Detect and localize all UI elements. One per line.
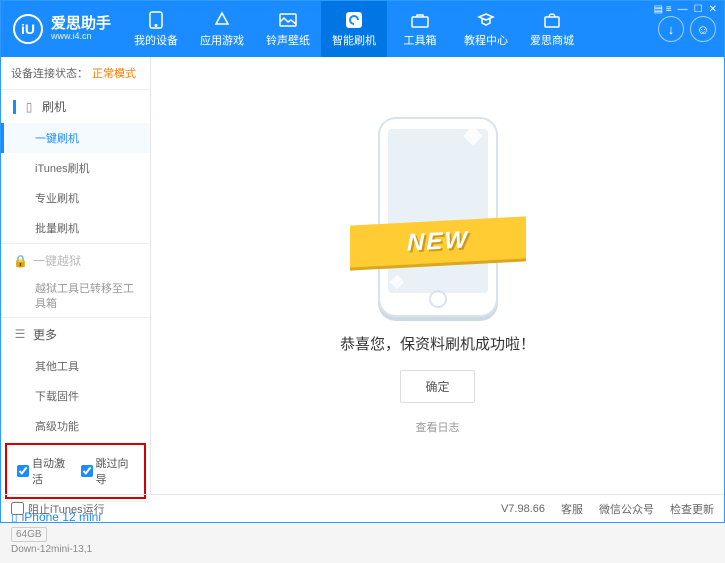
app-window: ▤ ≡ — ☐ ✕ iU 爱思助手 www.i4.cn 我的设备 应用游戏 铃声… — [0, 0, 725, 523]
phone-icon: ▯ — [22, 100, 36, 114]
section-more-head[interactable]: ☰ 更多 — [1, 318, 150, 351]
app-name: 爱思助手 — [51, 16, 111, 33]
close-icon[interactable]: ✕ — [709, 4, 717, 15]
logo: iU 爱思助手 www.i4.cn — [1, 14, 123, 44]
nav-ringtone[interactable]: 铃声壁纸 — [255, 1, 321, 57]
update-link[interactable]: 检查更新 — [670, 501, 714, 517]
app-url: www.i4.cn — [51, 32, 111, 42]
wallpaper-icon — [278, 11, 298, 29]
tutorial-icon — [476, 11, 496, 29]
sidebar-item-firmware[interactable]: 下载固件 — [1, 381, 150, 411]
titlebar: iU 爱思助手 www.i4.cn 我的设备 应用游戏 铃声壁纸 智能刷机 — [1, 1, 724, 57]
jailbreak-note: 越狱工具已转移至工具箱 — [1, 277, 150, 317]
view-log-link[interactable]: 查看日志 — [416, 419, 460, 435]
user-button[interactable]: ☺ — [690, 16, 716, 42]
sidebar-item-advanced[interactable]: 高级功能 — [1, 411, 150, 441]
chk-block-itunes[interactable]: 阻止iTunes运行 — [11, 501, 105, 517]
logo-icon: iU — [13, 14, 43, 44]
new-ribbon: NEW — [350, 216, 526, 267]
download-button[interactable]: ↓ — [658, 16, 684, 42]
ok-button[interactable]: 确定 — [400, 370, 474, 403]
sidebar-item-itunes[interactable]: iTunes刷机 — [1, 153, 150, 183]
section-jailbreak: 🔒 一键越狱 越狱工具已转移至工具箱 — [1, 243, 150, 317]
body: 设备连接状态： 正常模式 ▯ 刷机 一键刷机 iTunes刷机 专业刷机 批量刷… — [1, 57, 724, 494]
main-panel: NEW 恭喜您，保资料刷机成功啦！ 确定 查看日志 — [151, 57, 724, 494]
phone-icon — [146, 11, 166, 29]
section-jailbreak-head[interactable]: 🔒 一键越狱 — [1, 244, 150, 277]
sidebar: 设备连接状态： 正常模式 ▯ 刷机 一键刷机 iTunes刷机 专业刷机 批量刷… — [1, 57, 151, 494]
nav-apps[interactable]: 应用游戏 — [189, 1, 255, 57]
apps-icon — [212, 11, 232, 29]
service-link[interactable]: 客服 — [561, 501, 583, 517]
section-flash: ▯ 刷机 一键刷机 iTunes刷机 专业刷机 批量刷机 — [1, 89, 150, 243]
success-illustration: NEW — [378, 117, 498, 317]
device-download: Down-12mini-13,1 — [11, 544, 140, 555]
section-flash-head[interactable]: ▯ 刷机 — [1, 90, 150, 123]
footer: 阻止iTunes运行 V7.98.66 客服 微信公众号 检查更新 — [1, 494, 724, 522]
toolbox-icon — [410, 11, 430, 29]
maximize-icon[interactable]: ☐ — [694, 4, 703, 15]
wechat-link[interactable]: 微信公众号 — [599, 501, 654, 517]
sidebar-item-oneclick[interactable]: 一键刷机 — [1, 123, 150, 153]
success-message: 恭喜您，保资料刷机成功啦！ — [340, 333, 535, 354]
nav-shop[interactable]: 爱思商城 — [519, 1, 585, 57]
nav-tutorial[interactable]: 教程中心 — [453, 1, 519, 57]
chk-skip-guide[interactable]: 跳过向导 — [81, 455, 135, 487]
menu-icon[interactable]: ▤ ≡ — [654, 4, 672, 15]
section-more: ☰ 更多 其他工具 下载固件 高级功能 — [1, 317, 150, 441]
sidebar-item-batch[interactable]: 批量刷机 — [1, 213, 150, 243]
sidebar-item-other[interactable]: 其他工具 — [1, 351, 150, 381]
connection-status: 设备连接状态： 正常模式 — [1, 57, 150, 89]
refresh-icon — [344, 11, 364, 29]
nav-flash[interactable]: 智能刷机 — [321, 1, 387, 57]
lock-icon: 🔒 — [13, 254, 27, 268]
window-controls: ▤ ≡ — ☐ ✕ — [654, 4, 717, 15]
device-storage: 64GB — [11, 527, 47, 542]
chk-auto-activate[interactable]: 自动激活 — [17, 455, 71, 487]
nav-toolbox[interactable]: 工具箱 — [387, 1, 453, 57]
minimize-icon[interactable]: — — [678, 4, 688, 15]
top-nav: 我的设备 应用游戏 铃声壁纸 智能刷机 工具箱 教程中心 — [123, 1, 658, 57]
more-icon: ☰ — [13, 327, 27, 341]
sidebar-item-pro[interactable]: 专业刷机 — [1, 183, 150, 213]
nav-my-device[interactable]: 我的设备 — [123, 1, 189, 57]
shop-icon — [542, 11, 562, 29]
version-label: V7.98.66 — [501, 503, 545, 515]
highlight-checkboxes: 自动激活 跳过向导 — [5, 443, 146, 499]
title-tools: ↓ ☺ — [658, 16, 724, 42]
